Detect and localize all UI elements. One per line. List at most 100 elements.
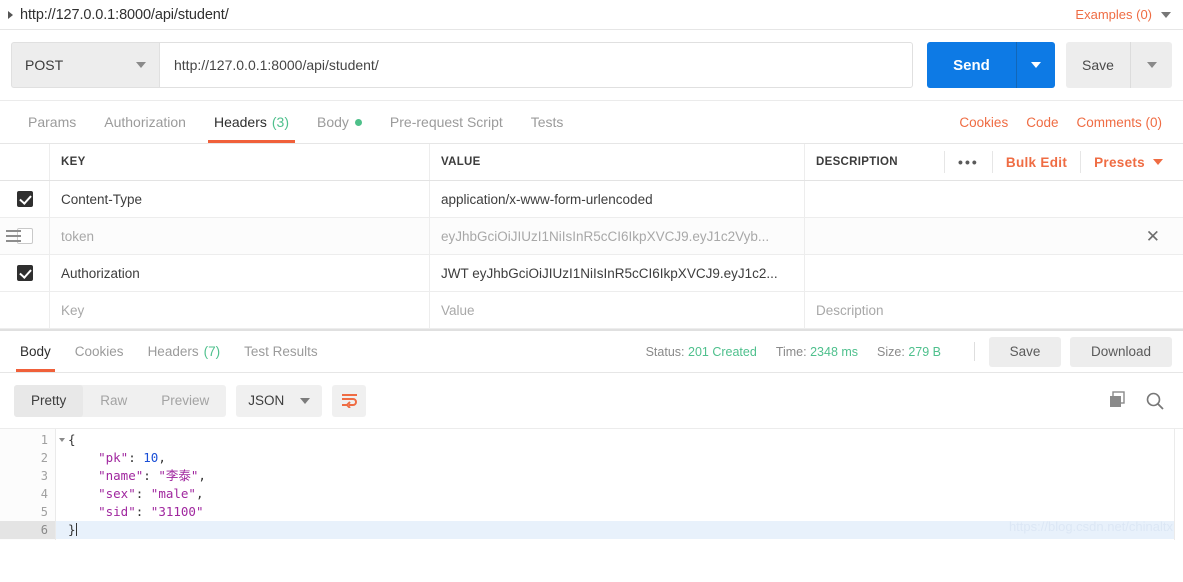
view-mode-raw[interactable]: Raw	[83, 385, 144, 417]
save-button[interactable]: Save	[1066, 42, 1130, 88]
new-header-description-input[interactable]: Description	[805, 292, 1183, 328]
chevron-down-icon	[300, 397, 311, 404]
bulk-edit-button[interactable]: Bulk Edit	[991, 151, 1080, 173]
header-key-input[interactable]: token	[50, 218, 430, 254]
tab-tests[interactable]: Tests	[517, 101, 578, 143]
tab-label: Tests	[530, 114, 564, 130]
new-header-value-input[interactable]: Value	[430, 292, 805, 328]
code-token: "pk"	[68, 450, 129, 465]
headers-table: KEY VALUE DESCRIPTION ••• Bulk Edit Pres…	[0, 144, 1183, 329]
save-button-group: Save	[1066, 42, 1172, 88]
column-header-value: VALUE	[430, 144, 805, 180]
download-response-button[interactable]: Download	[1070, 336, 1172, 367]
time-label: Time:	[775, 344, 807, 359]
response-format-label: JSON	[248, 393, 285, 408]
cookies-link[interactable]: Cookies	[950, 101, 1017, 143]
chevron-down-icon	[1031, 62, 1041, 68]
line-number: 1	[0, 431, 65, 449]
tab-headers[interactable]: Headers (3)	[200, 101, 303, 143]
response-body-viewer[interactable]: 1 2 3 4 5 6 { "pk": 10, "name": "李泰", "sex": …	[0, 428, 1183, 540]
tab-params[interactable]: Params	[14, 101, 90, 143]
response-tab-headers[interactable]: Headers (7)	[136, 331, 233, 372]
line-number: 3	[40, 469, 48, 483]
header-description-input[interactable]	[805, 181, 1183, 217]
caret-right-icon[interactable]	[8, 10, 13, 19]
table-row-new[interactable]: Key Value Description	[0, 292, 1183, 329]
header-value-input[interactable]: application/x-www-form-urlencoded	[430, 181, 805, 217]
search-icon	[1146, 392, 1164, 410]
save-options-button[interactable]	[1130, 42, 1172, 88]
examples-link[interactable]: Examples (0)	[1075, 7, 1152, 22]
tab-label: Body	[20, 344, 51, 359]
send-options-button[interactable]	[1016, 42, 1055, 88]
view-mode-preview[interactable]: Preview	[144, 385, 226, 417]
row-checkbox-cell[interactable]	[0, 218, 50, 254]
column-header-key: KEY	[50, 144, 430, 180]
row-checkbox-cell[interactable]	[0, 255, 50, 291]
url-input[interactable]: http://127.0.0.1:8000/api/student/	[159, 42, 913, 88]
more-options-icon[interactable]: •••	[943, 151, 992, 173]
tab-body[interactable]: Body	[303, 101, 376, 143]
size-group: Size: 279 B	[877, 345, 941, 359]
table-row[interactable]: token eyJhbGciOiJIUzI1NiIsInR5cCI6IkpXVC…	[0, 218, 1183, 255]
http-method-select[interactable]: POST	[11, 42, 159, 88]
header-value-input[interactable]: eyJhbGciOiJIUzI1NiIsInR5cCI6IkpXVCJ9.eyJ…	[430, 218, 805, 254]
request-title: http://127.0.0.1:8000/api/student/	[20, 6, 229, 23]
comments-link[interactable]: Comments (0)	[1067, 101, 1171, 143]
code-token: ,	[158, 450, 166, 465]
code-token: "31100"	[150, 504, 204, 519]
chevron-down-icon[interactable]	[1161, 11, 1171, 18]
header-key-input[interactable]: Content-Type	[50, 181, 430, 217]
code-line: "name": "李泰",	[56, 467, 1183, 485]
presets-label: Presets	[1094, 154, 1145, 170]
tab-label: Pre-request Script	[389, 114, 503, 130]
response-tab-body[interactable]: Body	[8, 331, 63, 372]
table-row[interactable]: Authorization JWT eyJhbGciOiJIUzI1NiIsIn…	[0, 255, 1183, 292]
view-mode-pretty[interactable]: Pretty	[14, 384, 84, 417]
save-response-button[interactable]: Save	[989, 336, 1061, 367]
header-value-input[interactable]: JWT eyJhbGciOiJIUzI1NiIsInR5cCI6IkpXVCJ9…	[430, 255, 805, 291]
line-number: 5	[40, 505, 48, 519]
vertical-scrollbar[interactable]	[1174, 429, 1183, 540]
code-token: :	[135, 504, 151, 519]
text-cursor	[75, 523, 77, 536]
search-button[interactable]	[1140, 386, 1170, 416]
row-checkbox-cell[interactable]	[0, 181, 50, 217]
row-checkbox-cell	[0, 292, 50, 328]
request-tabs: Params Authorization Headers (3) Body Pr…	[0, 101, 1183, 144]
code-token: "sid"	[68, 504, 136, 519]
response-tab-cookies[interactable]: Cookies	[63, 331, 136, 372]
copy-button[interactable]	[1102, 386, 1132, 416]
divider	[974, 342, 975, 361]
code-content[interactable]: { "pk": 10, "name": "李泰", "sex": "male",…	[56, 429, 1183, 540]
presets-button[interactable]: Presets	[1080, 151, 1172, 173]
word-wrap-button[interactable]	[332, 384, 367, 417]
tab-label: Authorization	[104, 114, 186, 130]
code-token: ,	[198, 468, 206, 483]
code-token: }	[68, 522, 76, 537]
time-group: Time: 2348 ms	[776, 345, 858, 359]
response-tab-test-results[interactable]: Test Results	[232, 331, 330, 372]
code-line: {	[56, 431, 1183, 449]
tab-label: Body	[317, 114, 349, 130]
close-icon[interactable]: ✕	[1146, 228, 1160, 245]
code-token: "male"	[150, 486, 196, 501]
tab-authorization[interactable]: Authorization	[90, 101, 200, 143]
status-group: Status: 201 Created	[646, 345, 757, 359]
row-checkbox[interactable]	[16, 265, 33, 281]
row-checkbox[interactable]	[16, 191, 33, 207]
send-button-group: Send	[927, 42, 1055, 88]
tab-pre-request-script[interactable]: Pre-request Script	[376, 101, 517, 143]
send-button[interactable]: Send	[927, 42, 1016, 88]
response-format-select[interactable]: JSON	[236, 384, 323, 417]
new-header-key-input[interactable]: Key	[50, 292, 430, 328]
header-description-input[interactable]: ✕	[805, 218, 1183, 254]
code-line: "pk": 10,	[56, 449, 1183, 467]
header-key-input[interactable]: Authorization	[50, 255, 430, 291]
code-link[interactable]: Code	[1017, 101, 1067, 143]
table-row[interactable]: Content-Type application/x-www-form-urle…	[0, 181, 1183, 218]
drag-handle-icon[interactable]	[6, 227, 21, 245]
header-description-input[interactable]	[805, 255, 1183, 291]
response-meta: Status: 201 Created Time: 2348 ms Size: …	[646, 331, 960, 372]
select-all-cell	[0, 144, 50, 180]
